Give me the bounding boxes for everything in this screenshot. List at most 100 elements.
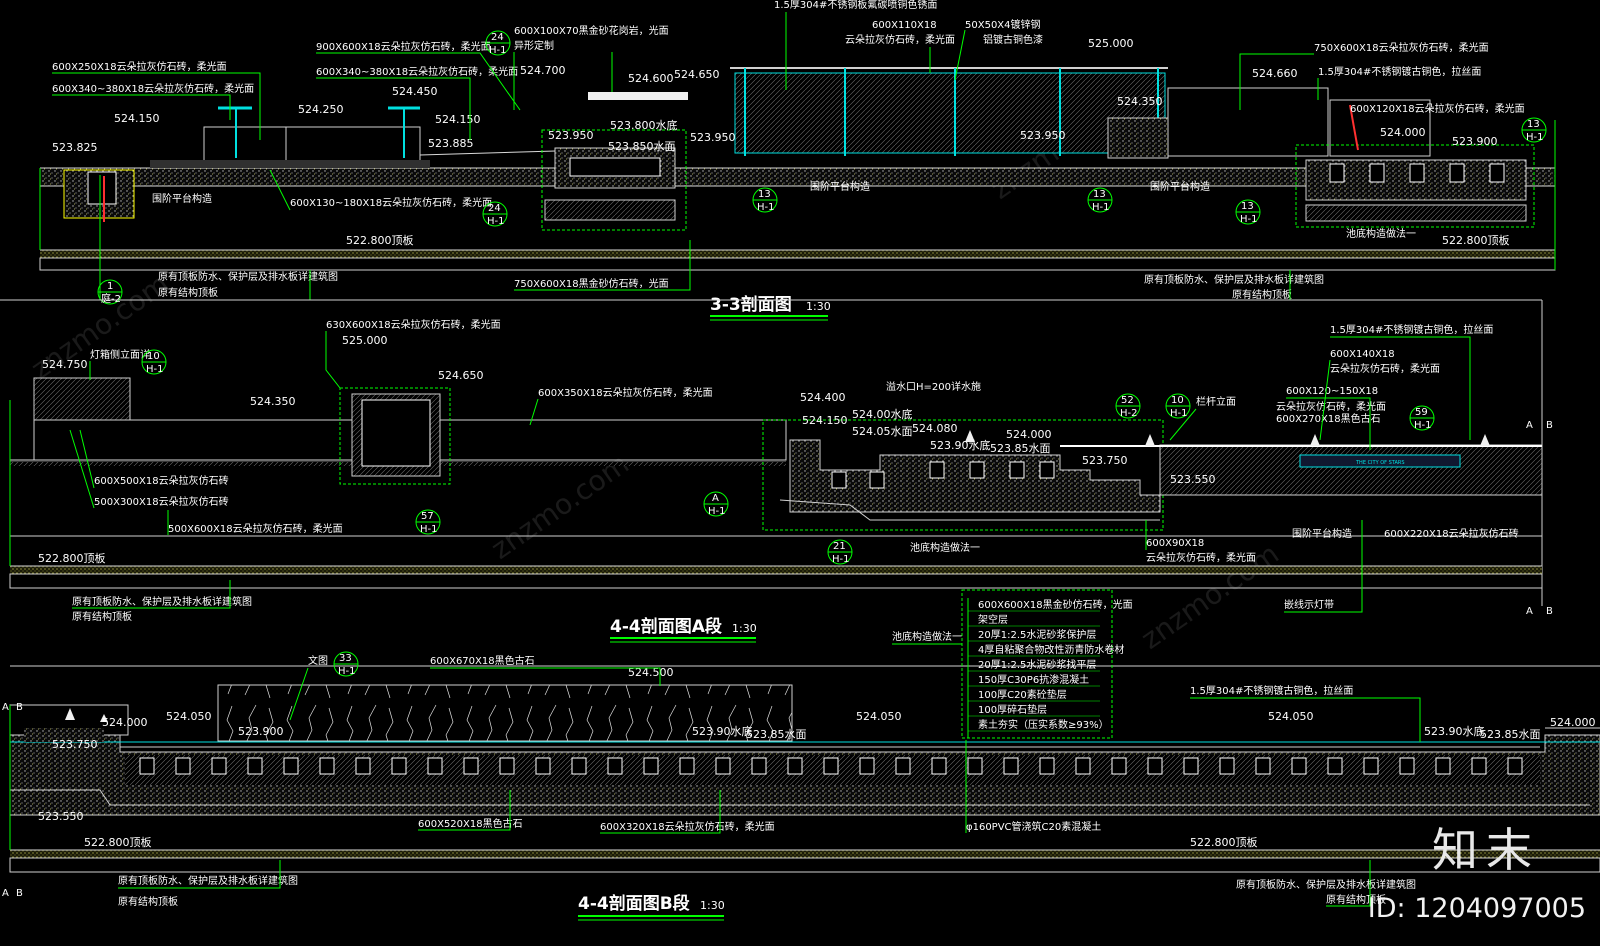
elevation: 523.85水面	[990, 442, 1051, 455]
elevation: 523.550	[1170, 473, 1216, 486]
annotation: 630X600X18云朵拉灰仿石砖，柔光面	[326, 318, 501, 331]
svg-text:1: 1	[107, 281, 113, 292]
elevation: 523.900	[1452, 135, 1498, 148]
svg-text:24: 24	[491, 32, 504, 43]
cad-drawing: znzmo.com znzmo.com znzmo.com znzmo.com	[0, 0, 1600, 921]
tag-13-a: 13 H-1	[752, 187, 778, 213]
legend-item: 素土夯实（压实系数≥93%）	[978, 718, 1109, 731]
pergola	[734, 72, 1166, 154]
elevation: 524.150	[114, 112, 160, 125]
annotation: 围阶平台构造	[1292, 527, 1352, 540]
annotation: 600X520X18黑色古石	[418, 817, 523, 830]
annotation: 嵌线示灯带	[1284, 598, 1334, 611]
legend-item: 架空层	[978, 613, 1008, 626]
annotation: 1.5厚304#不锈钢镀古铜色，拉丝面	[1190, 684, 1353, 697]
annotation: 1.5厚304#不锈钢板氟碳喷铜色锈面	[774, 0, 937, 11]
annotation: 原有顶板防水、保护层及排水板详建筑图	[1144, 273, 1324, 286]
section-title: 4-4剖面图A段	[610, 616, 722, 637]
elevation: 524.000	[1550, 716, 1596, 729]
elevation: 523.750	[52, 738, 98, 751]
annotation: 原有结构顶板	[158, 286, 218, 299]
svg-text:13: 13	[1527, 119, 1540, 130]
elevation: 522.800顶板	[346, 233, 414, 247]
elevation: 524.650	[438, 369, 484, 382]
plaque-text: THE CITY OF STARS	[1355, 460, 1405, 466]
light-box	[33, 377, 131, 421]
brand-logo: 知末	[1432, 823, 1540, 877]
section-title: 4-4剖面图B段	[578, 893, 690, 914]
elevation: 524.600	[628, 72, 674, 85]
svg-text:21: 21	[833, 541, 846, 552]
annotation: φ160PVC管浇筑C20素混凝土	[966, 820, 1101, 833]
annotation: 云朵拉灰仿石砖，柔光面	[845, 33, 955, 46]
annotation: 600X110X18	[872, 20, 937, 31]
elevation: 523.950	[548, 129, 594, 142]
svg-text:H-1: H-1	[1414, 420, 1432, 431]
elevation: 524.450	[392, 85, 438, 98]
tag-13-c: 13 H-1	[1235, 199, 1261, 225]
elevation: 524.05水面	[852, 425, 913, 438]
elevation: 523.950	[690, 131, 736, 144]
annotation: 600X120X18云朵拉灰仿石砖，柔光面	[1350, 102, 1525, 115]
annotation: 600X250X18云朵拉灰仿石砖，柔光面	[52, 60, 227, 73]
tag-59: 59 H-1	[1409, 405, 1435, 431]
elevation: 523.950	[1020, 129, 1066, 142]
svg-text:H-1: H-1	[757, 202, 775, 213]
section-3-3: 523.825 524.150 524.250 524.450 524.150 …	[39, 0, 1556, 321]
elevation: 524.050	[1268, 710, 1314, 723]
elevation: 523.550	[38, 810, 84, 823]
annotation: 600X90X18	[1146, 538, 1204, 549]
annotation: 600X130~180X18云朵拉灰仿石砖，柔光面	[290, 196, 492, 209]
elevation: 524.150	[435, 113, 481, 126]
elevation: 523.800水底	[610, 118, 678, 132]
annotation: 原有顶板防水、保护层及排水板详建筑图	[118, 874, 298, 887]
elevation: 524.000	[1380, 126, 1426, 139]
annotation: 云朵拉灰仿石砖，柔光面	[1330, 362, 1440, 375]
marker-b: B	[1546, 420, 1553, 431]
annotation: 围阶平台构造	[1150, 180, 1210, 193]
annotation: 异形定制	[514, 39, 554, 52]
svg-text:庭-2: 庭-2	[101, 292, 121, 305]
annotation: 围阶平台构造	[152, 192, 212, 205]
annotation: 600X500X18云朵拉灰仿石砖	[94, 474, 229, 487]
svg-text:A: A	[712, 493, 719, 504]
svg-text:H-1: H-1	[338, 666, 356, 677]
elevation: 522.800顶板	[1442, 233, 1510, 247]
annotation: 600X270X18黑色古石	[1276, 412, 1381, 425]
svg-text:H-1: H-1	[1092, 202, 1110, 213]
annotation: 1.5厚304#不锈钢镀古铜色，拉丝面	[1318, 65, 1481, 78]
svg-text:H-1: H-1	[146, 364, 164, 375]
elevation: 524.250	[298, 103, 344, 116]
elevation: 524.000	[102, 716, 148, 729]
svg-text:10: 10	[147, 351, 160, 362]
elevation: 524.000	[1006, 428, 1052, 441]
annotation: 600X340~380X18云朵拉灰仿石砖，柔光面	[316, 65, 518, 78]
svg-text:H-1: H-1	[420, 524, 438, 535]
tag-10-a: 10 H-1	[141, 349, 167, 375]
legend-title: 池底构造做法一	[892, 630, 962, 643]
svg-text:59: 59	[1415, 407, 1428, 418]
section-scale: 1:30	[806, 300, 831, 313]
svg-text:57: 57	[421, 511, 434, 522]
svg-text:10: 10	[1171, 395, 1184, 406]
elevation: 523.900	[238, 725, 284, 738]
annotation: 栏杆立面	[1196, 395, 1236, 408]
tag-10-b: 10 H-1	[1165, 393, 1191, 419]
legend-item: 150厚C30P6抗渗混凝土	[978, 673, 1089, 686]
svg-text:33: 33	[339, 653, 352, 664]
tag-57: 57 H-1	[415, 509, 441, 535]
svg-text:13: 13	[758, 189, 771, 200]
annotation: 原有结构顶板	[72, 610, 132, 623]
legend-item: 4厚自粘聚合物改性沥青防水卷材	[978, 643, 1124, 656]
annotation: 500X600X18云朵拉灰仿石砖，柔光面	[168, 522, 343, 535]
elevation: 524.650	[674, 68, 720, 81]
legend-item: 20厚1:2.5水泥砂浆找平层	[978, 658, 1096, 671]
annotation: 原有结构顶板	[1232, 288, 1292, 301]
elevation: 525.000	[1088, 37, 1134, 50]
section-scale: 1:30	[700, 899, 725, 912]
elevation: 522.800顶板	[84, 835, 152, 849]
elevation: 523.85水面	[746, 728, 807, 741]
elevation: 523.850水面	[608, 140, 676, 153]
tag-13-d: 13 H-1	[1521, 117, 1547, 143]
tag-52: 52 H-2	[1115, 393, 1141, 419]
